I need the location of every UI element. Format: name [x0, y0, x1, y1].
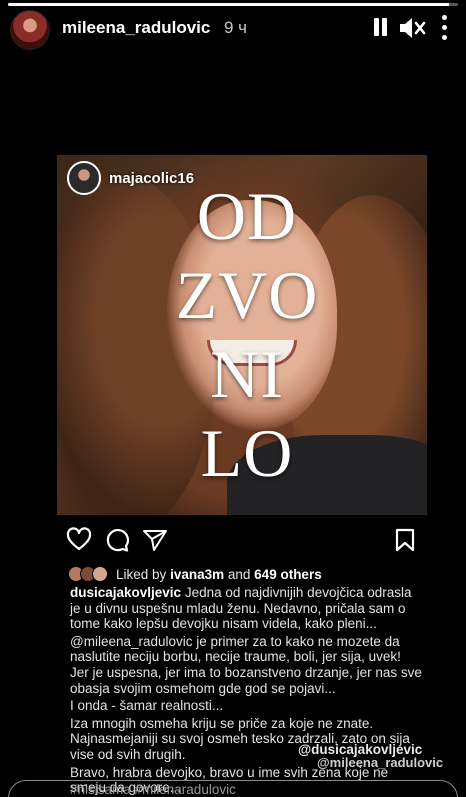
post-author-username[interactable]: majacolic16: [109, 170, 194, 187]
paper-plane-icon: [143, 530, 167, 551]
reposted-post-image[interactable]: OD ZVO NI LO majacolic16: [57, 155, 427, 515]
more-options-button[interactable]: [432, 13, 458, 43]
muted-speaker-icon: [400, 18, 426, 38]
like-button[interactable]: [66, 527, 94, 555]
post-action-row: [66, 527, 420, 557]
avatar: [92, 566, 108, 582]
more-dots-icon: [442, 15, 447, 20]
liker-avatars: [68, 564, 114, 584]
share-button[interactable]: [142, 527, 170, 555]
caption-paragraph: I onda - šamar realnosti...: [70, 698, 224, 714]
comment-bubble-icon: [106, 529, 129, 552]
reply-input[interactable]: [8, 780, 458, 797]
mute-button[interactable]: [398, 15, 426, 41]
liked-by-label: Liked by: [116, 566, 167, 582]
post-title-text: OD ZVO NI LO: [152, 177, 342, 493]
title-line: NI: [210, 335, 284, 412]
mention-sticker[interactable]: @mileena_radulovic: [317, 755, 443, 771]
heart-icon: [66, 527, 92, 551]
likes-text: Liked by ivana3m and 649 others: [116, 567, 322, 582]
pause-icon: [374, 18, 379, 36]
comment-button[interactable]: [104, 527, 132, 555]
story-progress-bar: [8, 3, 458, 6]
story-username[interactable]: mileena_radulovic: [62, 18, 210, 38]
save-button[interactable]: [392, 527, 420, 555]
title-line: LO: [200, 414, 294, 491]
caption-username[interactable]: dusicajakovljevic: [70, 585, 181, 600]
avatar[interactable]: [10, 10, 50, 50]
liked-by-user[interactable]: ivana3m: [170, 567, 224, 582]
post-author[interactable]: majacolic16: [67, 160, 194, 196]
title-line: ZVO: [175, 256, 319, 333]
likes-count[interactable]: 649 others: [254, 567, 322, 582]
post-author-avatar[interactable]: [67, 161, 101, 195]
story-timestamp: 9 ч: [224, 18, 248, 37]
bookmark-icon: [395, 528, 415, 552]
story-header: mileena_radulovic 9 ч: [0, 8, 466, 50]
pause-button[interactable]: [370, 16, 390, 38]
caption-paragraph: @mileena_radulovic je primer za to kako …: [70, 633, 422, 696]
story-progress-fill: [8, 3, 449, 6]
instagram-story: mileena_radulovic 9 ч OD ZVO NI LO majac…: [0, 0, 466, 797]
liked-by-and: and: [227, 566, 251, 582]
likes-summary[interactable]: Liked by ivana3m and 649 others: [68, 564, 322, 584]
